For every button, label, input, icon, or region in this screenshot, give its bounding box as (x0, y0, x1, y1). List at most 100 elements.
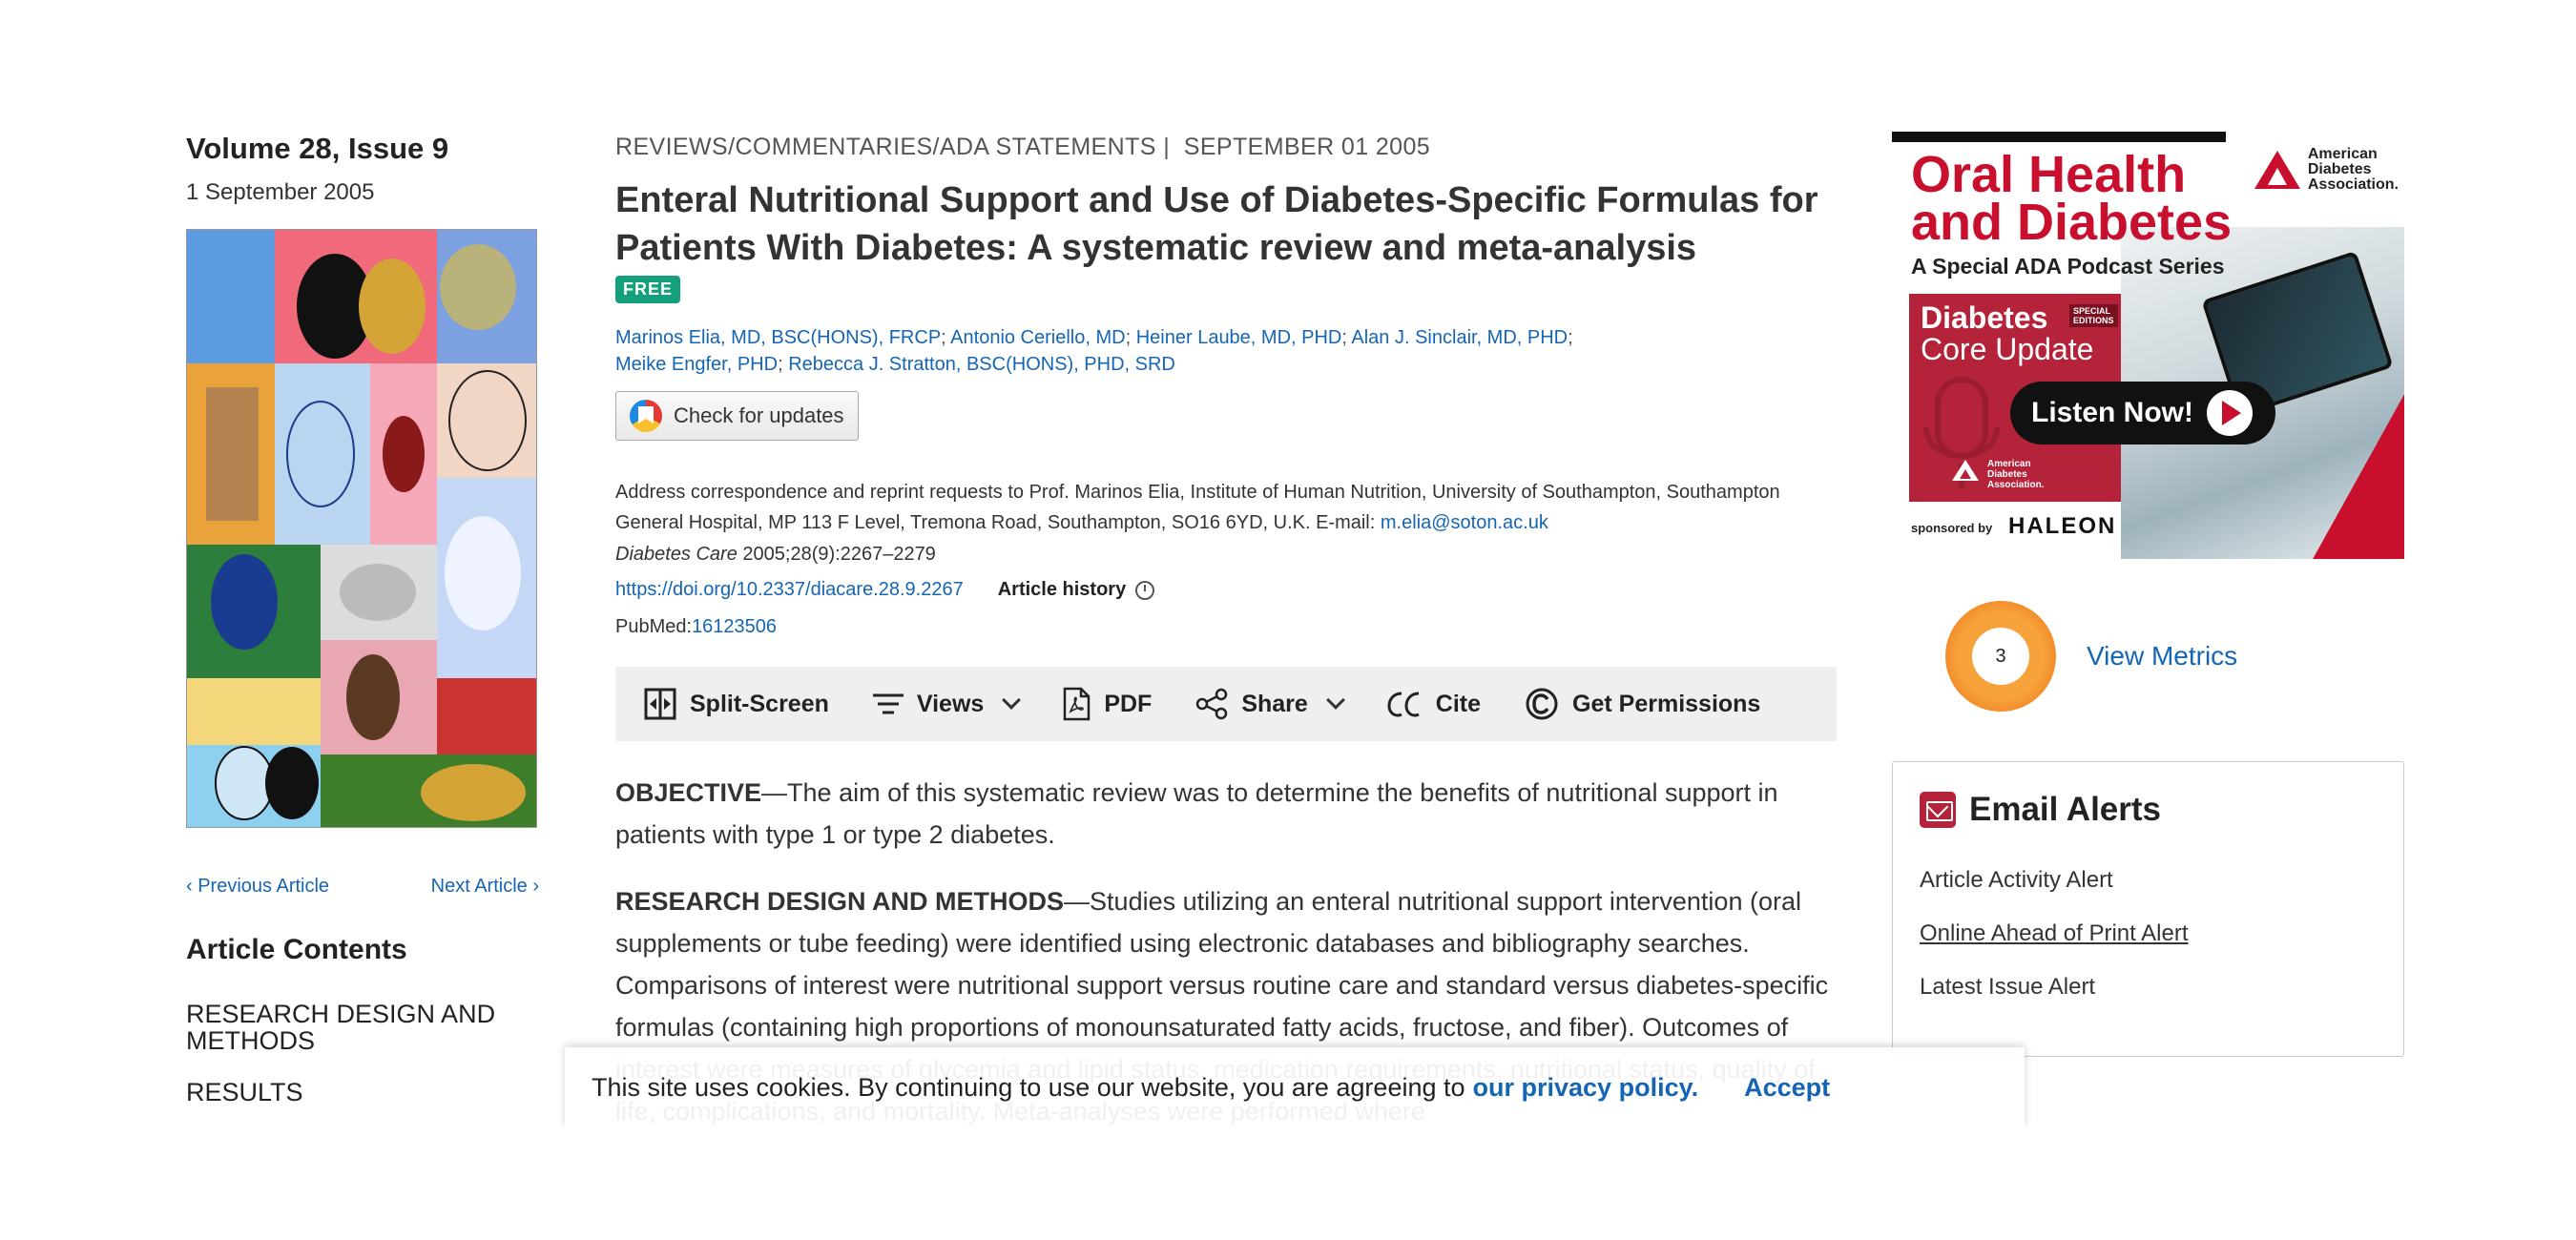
article-title: Enteral Nutritional Support and Use of D… (615, 180, 1818, 268)
cookie-banner: This site uses cookies. By continuing to… (565, 1047, 2025, 1127)
split-screen-label: Split-Screen (690, 690, 829, 717)
ada-small-logo: American Diabetes Association. (1952, 459, 2044, 490)
ad-headline: Oral Health and Diabetes (1911, 146, 2233, 251)
citation-line: Diabetes Care 2005;28(9):2267–2279 (615, 544, 1837, 566)
online-ahead-of-print-alert-link[interactable]: Online Ahead of Print Alert (1920, 920, 2377, 947)
altmetric-donut[interactable]: 3 (1945, 601, 2056, 712)
chevron-left-icon: ‹ (186, 876, 198, 897)
previous-article-link[interactable]: ‹ Previous Article (186, 876, 329, 898)
clock-icon (1135, 580, 1155, 600)
share-dropdown[interactable]: Share (1195, 688, 1345, 720)
pdf-file-icon (1064, 687, 1091, 721)
abstract-objective: OBJECTIVE—The aim of this systematic rev… (615, 772, 1846, 856)
views-label: Views (916, 690, 985, 717)
quote-icon (1387, 692, 1420, 717)
article-date: SEPTEMBER 01 2005 (1183, 134, 1431, 160)
next-article-link[interactable]: Next Article › (431, 876, 539, 898)
issue-volume-title[interactable]: Volume 28, Issue 9 (186, 132, 539, 166)
author-link[interactable]: Meike Engfer, PHD (615, 354, 778, 375)
chevron-down-icon (1325, 691, 1345, 710)
check-for-updates-label: Check for updates (674, 403, 844, 427)
issue-cover-image[interactable] (186, 229, 537, 828)
issue-sidebar: Volume 28, Issue 9 1 September 2005 ‹ Pr… (186, 132, 539, 1130)
chevron-right-icon: › (527, 876, 539, 897)
ada-triangle-icon (2254, 151, 2300, 189)
viewport-bottom-area (0, 1127, 2576, 1240)
get-permissions-button[interactable]: Get Permissions (1525, 687, 1760, 721)
latest-issue-alert-link[interactable]: Latest Issue Alert (1920, 974, 2377, 1001)
dcu-title-line-2: Core Update (1921, 332, 2094, 366)
author-link[interactable]: Rebecca J. Stratton, BSC(HONS), PHD, SRD (788, 354, 1175, 375)
article-contents-heading: Article Contents (186, 934, 407, 965)
filter-lines-icon (872, 693, 904, 714)
author-separator: ; (1125, 327, 1136, 348)
ada-small-triangle-icon (1952, 460, 1979, 481)
article-main: REVIEWS/COMMENTARIES/ADA STATEMENTS | SE… (615, 134, 1837, 1157)
pubmed-line: PubMed:16123506 (615, 616, 1837, 638)
get-permissions-label: Get Permissions (1572, 690, 1761, 717)
article-history-label: Article history (997, 579, 1127, 600)
pubmed-link[interactable]: 16123506 (692, 616, 777, 637)
email-alerts-panel: Email Alerts Article Activity Alert Onli… (1892, 761, 2404, 1057)
view-metrics-link[interactable]: View Metrics (2087, 641, 2237, 672)
ada-logo: American Diabetes Association. (2253, 147, 2399, 193)
podcast-advertisement[interactable]: Oral Health and Diabetes American Diabet… (1892, 132, 2404, 559)
cite-label: Cite (1435, 690, 1482, 717)
article-contents-list: RESEARCH DESIGN AND METHODS RESULTS (186, 1001, 539, 1106)
ad-headline-line-2: and Diabetes (1911, 194, 2233, 251)
email-alerts-heading: Email Alerts (1920, 791, 2377, 829)
article-activity-alert-link[interactable]: Article Activity Alert (1920, 867, 2377, 894)
split-screen-icon (644, 688, 676, 720)
article-category[interactable]: REVIEWS/COMMENTARIES/ADA STATEMENTS (615, 134, 1156, 160)
share-label: Share (1241, 690, 1308, 717)
pdf-button[interactable]: PDF (1062, 687, 1152, 721)
play-icon (2207, 390, 2253, 436)
chevron-down-icon (1002, 691, 1022, 710)
views-dropdown[interactable]: Views (872, 690, 1022, 718)
listen-now-button[interactable]: Listen Now! (2010, 382, 2275, 444)
ad-top-bar (1892, 132, 2226, 142)
author-link[interactable]: Marinos Elia, MD, BSC(HONS), FRCP (615, 327, 941, 348)
author-separator: ; (1341, 327, 1352, 348)
crossmark-icon (630, 400, 662, 432)
author-link[interactable]: Alan J. Sinclair, MD, PHD (1351, 327, 1568, 348)
split-screen-button[interactable]: Split-Screen (644, 688, 829, 720)
pdf-label: PDF (1104, 690, 1153, 717)
author-separator: ; (778, 354, 789, 375)
cookie-text: This site uses cookies. By continuing to… (592, 1072, 1465, 1102)
article-toolbar: Split-Screen Views PDF Share Cite Get Pe… (615, 667, 1837, 741)
check-for-updates-button[interactable]: Check for updates (615, 391, 859, 441)
author-link[interactable]: Antonio Ceriello, MD (950, 327, 1125, 348)
cite-button[interactable]: Cite (1386, 690, 1481, 718)
special-editions-tag: SPECIAL EDITIONS (2069, 304, 2118, 327)
issue-date: 1 September 2005 (186, 179, 375, 205)
correspondence-address: Address correspondence and reprint reque… (615, 477, 1837, 538)
pubmed-label: PubMed: (615, 616, 693, 637)
article-history-toggle[interactable]: Article history (997, 579, 1155, 601)
author-separator: ; (1568, 327, 1573, 348)
author-list: Marinos Elia, MD, BSC(HONS), FRCP; Anton… (615, 324, 1837, 378)
metrics-widget: 3 View Metrics (1892, 601, 2404, 712)
contents-item-methods[interactable]: RESEARCH DESIGN AND METHODS (186, 1001, 530, 1054)
accept-cookies-button[interactable]: Accept (1744, 1073, 1830, 1103)
objective-label: OBJECTIVE (615, 778, 762, 807)
right-sidebar: Oral Health and Diabetes American Diabet… (1892, 132, 2404, 1057)
envelope-icon (1920, 792, 1956, 828)
share-icon (1196, 688, 1228, 720)
ad-subtitle: A Special ADA Podcast Series (1911, 254, 2225, 279)
sponsor-logo: HALEON (2008, 513, 2117, 539)
address-text: Address correspondence and reprint reque… (615, 482, 1780, 533)
objective-text: —The aim of this systematic review was t… (615, 778, 1778, 849)
listen-now-label: Listen Now! (2031, 397, 2193, 428)
ad-headline-line-1: Oral Health (1911, 146, 2187, 203)
contents-item-results[interactable]: RESULTS (186, 1079, 530, 1106)
email-alerts-list: Article Activity Alert Online Ahead of P… (1920, 867, 2377, 1001)
altmetric-score: 3 (1972, 628, 2029, 685)
doi-link[interactable]: https://doi.org/10.2337/diacare.28.9.226… (615, 579, 964, 601)
email-link[interactable]: m.elia@soton.ac.uk (1381, 512, 1548, 533)
ada-logo-text: American Diabetes Association. (2307, 146, 2399, 193)
author-link[interactable]: Heiner Laube, MD, PHD (1136, 327, 1342, 348)
free-badge: FREE (615, 276, 681, 303)
privacy-policy-link[interactable]: our privacy policy. (1473, 1073, 1699, 1103)
journal-name: Diabetes Care (615, 544, 737, 565)
